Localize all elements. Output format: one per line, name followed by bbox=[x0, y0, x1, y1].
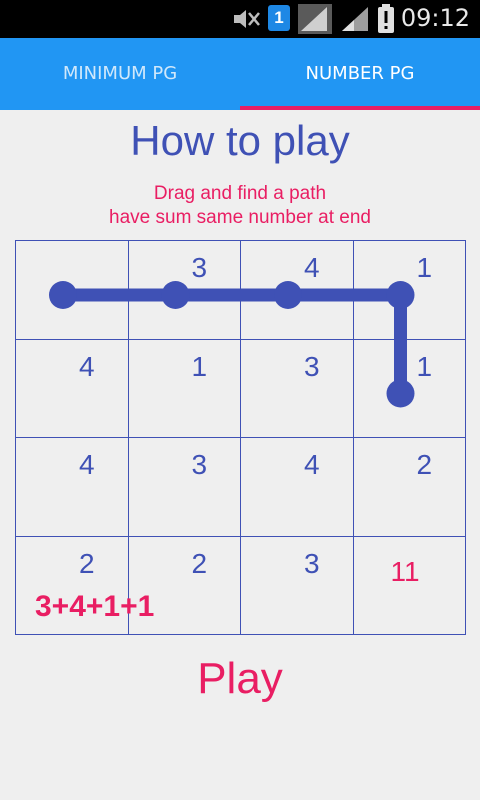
path-node bbox=[161, 281, 190, 309]
sim-badge-label: 1 bbox=[274, 8, 284, 27]
instruction-line-1: Drag and find a path bbox=[153, 183, 327, 204]
status-bar: 1 09:12 bbox=[0, 0, 480, 38]
path-node bbox=[274, 281, 302, 309]
battery-alert-icon bbox=[378, 4, 394, 33]
path-overlay bbox=[49, 281, 415, 408]
signal-icon bbox=[298, 4, 332, 34]
example-grid: 3 4 1 4 1 3 1 4 3 4 2 2 2 3 11 3+4+1+1 bbox=[15, 240, 466, 635]
path-node bbox=[386, 281, 415, 309]
path-node bbox=[49, 281, 77, 309]
instruction-line-2: have sum same number at end bbox=[109, 207, 371, 228]
sim-badge-icon: 1 bbox=[268, 5, 290, 31]
page-title: How to play bbox=[130, 117, 350, 164]
tab-number-pg[interactable]: NUMBER PG bbox=[240, 38, 480, 110]
active-tab-indicator bbox=[240, 106, 480, 110]
signal-icon bbox=[342, 7, 368, 31]
tab-minimum-pg[interactable]: MINIMUM PG bbox=[0, 38, 240, 110]
path-node bbox=[386, 379, 415, 408]
play-button[interactable]: Play bbox=[0, 654, 480, 704]
clock: 09:12 bbox=[400, 4, 470, 32]
tab-bar: MINIMUM PG NUMBER PG bbox=[0, 38, 480, 110]
mute-icon bbox=[234, 10, 260, 28]
